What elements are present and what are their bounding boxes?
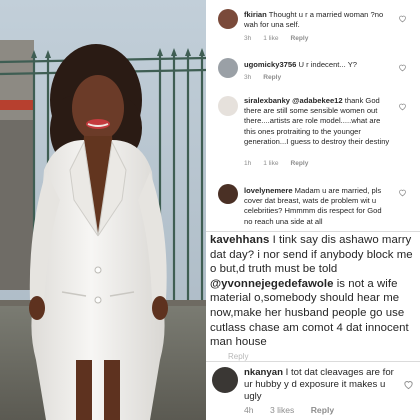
reply-button[interactable]: Reply bbox=[263, 74, 281, 81]
comment-username[interactable]: kavehhans bbox=[210, 234, 269, 246]
comment-username[interactable]: lovelynemere bbox=[244, 186, 293, 195]
avatar[interactable] bbox=[212, 367, 238, 393]
comment-mention[interactable]: @yvonnejegedefawole bbox=[210, 278, 333, 290]
reply-button[interactable]: Reply bbox=[290, 160, 308, 167]
comment-likes[interactable]: 3 likes bbox=[270, 405, 294, 415]
heart-outline-icon[interactable] bbox=[398, 63, 407, 72]
comment-username[interactable]: ugomicky3756 bbox=[244, 60, 296, 69]
avatar[interactable] bbox=[218, 58, 238, 78]
divider bbox=[206, 231, 420, 232]
comment-username[interactable]: fkirian bbox=[244, 10, 267, 19]
comment-text: nkanyan I tot dat cleavages are for ur h… bbox=[244, 367, 394, 402]
comment-text: siralexbanky @adabekee12 thank God there… bbox=[244, 96, 390, 146]
comment-meta: 3h Reply bbox=[244, 74, 291, 81]
comment-time: 1h bbox=[244, 160, 252, 167]
avatar[interactable] bbox=[218, 96, 238, 116]
comment-text: lovelynemere Madam u are married, pls co… bbox=[244, 186, 382, 226]
divider bbox=[206, 361, 420, 362]
heart-outline-icon[interactable] bbox=[398, 14, 407, 23]
heart-outline-icon[interactable] bbox=[398, 102, 407, 111]
comment-meta: 1h 1 like Reply bbox=[244, 160, 318, 167]
comment-text-zoomed: kavehhans I tink say dis ashawo marry da… bbox=[210, 234, 413, 349]
comment-username[interactable]: siralexbanky bbox=[244, 96, 290, 105]
reply-button[interactable]: Reply bbox=[311, 405, 334, 415]
comment-text: ugomicky3756 U r indecent... Y? bbox=[244, 60, 358, 69]
comment-time: 3h bbox=[244, 35, 252, 42]
avatar[interactable] bbox=[218, 184, 238, 204]
heart-outline-icon[interactable] bbox=[398, 188, 407, 197]
comment-time: 4h bbox=[244, 405, 254, 415]
heart-outline-icon[interactable] bbox=[403, 379, 414, 390]
comment-text: fkirian Thought u r a married woman ?no … bbox=[244, 10, 384, 30]
comment-likes[interactable]: 1 like bbox=[263, 35, 278, 42]
post-photo bbox=[0, 0, 206, 420]
partial-reply-label: Reply bbox=[228, 352, 249, 361]
comment-meta: 4h 3 likes Reply bbox=[244, 405, 348, 415]
comment-mention[interactable]: @adabekee12 bbox=[292, 96, 342, 105]
woman-in-white-blazer-image bbox=[0, 0, 206, 420]
avatar[interactable] bbox=[218, 9, 238, 29]
comment-meta: 3h 1 like Reply bbox=[244, 35, 318, 42]
comments-panel: fkirian Thought u r a married woman ?no … bbox=[206, 0, 420, 420]
comment-time: 3h bbox=[244, 74, 252, 81]
comment-likes[interactable]: 1 like bbox=[263, 160, 278, 167]
reply-button[interactable]: Reply bbox=[290, 35, 308, 42]
comment-username[interactable]: nkanyan bbox=[244, 367, 283, 378]
